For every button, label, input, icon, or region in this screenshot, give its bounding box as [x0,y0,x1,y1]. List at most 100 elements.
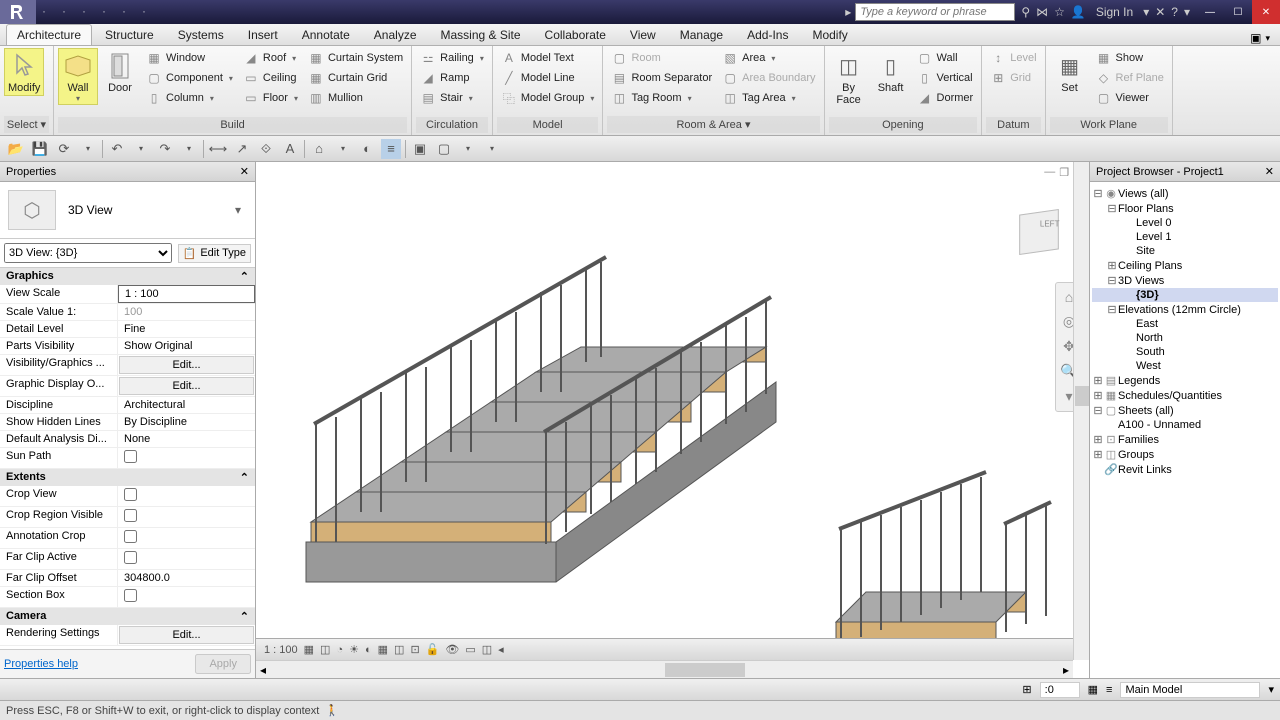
grid-button[interactable]: ⊞Grid [986,68,1040,88]
qat-icon[interactable]: · [102,4,118,20]
section-box-checkbox[interactable] [124,589,137,602]
tab-architecture[interactable]: Architecture [6,24,92,45]
stair-button[interactable]: ▤Stair▾ [416,88,488,108]
tree-level1[interactable]: Level 1 [1136,231,1171,243]
annotation-crop-checkbox[interactable] [124,530,137,543]
expand-icon[interactable]: ⊞ [1092,433,1104,446]
tab-manage[interactable]: Manage [669,24,734,45]
qat-icon[interactable]: · [122,4,138,20]
tab-structure[interactable]: Structure [94,24,165,45]
instance-selector[interactable]: 3D View: {3D} [4,243,172,263]
tree-sheet-a100[interactable]: A100 - Unnamed [1118,419,1201,431]
coord-input[interactable] [1040,682,1080,698]
curtain-system-button[interactable]: ▦Curtain System [304,48,407,68]
expand-icon[interactable]: ⊟ [1106,202,1118,215]
undo-icon[interactable]: ↶ [107,139,127,159]
view-scale-value[interactable]: 1 : 100 [118,285,255,303]
expand-icon[interactable]: ⊞ [1106,259,1118,272]
close-icon[interactable]: ✕ [240,165,249,178]
expand-icon[interactable]: ⊟ [1106,274,1118,287]
door-button[interactable]: Door [100,48,140,96]
scroll-right-icon[interactable]: ▸ [1063,663,1069,677]
show-hidden-value[interactable]: By Discipline [118,414,255,430]
measure-icon[interactable]: ⟷ [208,139,228,159]
modify-button[interactable]: Modify [4,48,44,96]
vertical-button[interactable]: ▯Vertical [913,68,978,88]
chevron-down-icon[interactable]: ▾ [333,139,353,159]
3d-icon[interactable]: ⌂ [309,139,329,159]
tab-insert[interactable]: Insert [237,24,289,45]
chevron-down-icon[interactable]: ▾ [1143,5,1149,19]
crop-region-icon[interactable]: ⊡ [410,643,419,656]
roof-button[interactable]: ◢Roof▾ [239,48,302,68]
rendering-button[interactable]: Edit... [119,626,254,644]
tree-groups[interactable]: Groups [1118,449,1154,461]
qat-icon[interactable]: · [42,4,58,20]
sign-in-link[interactable]: Sign In [1092,5,1137,19]
workset-icon[interactable]: ⊞ [1022,683,1031,696]
tree-3d-views[interactable]: 3D Views [1118,275,1164,287]
by-face-button[interactable]: ◫ By Face [829,48,869,108]
tree-ceiling-plans[interactable]: Ceiling Plans [1118,260,1182,272]
close-button[interactable]: ✕ [1252,0,1280,24]
tag-area-button[interactable]: ◫Tag Area▾ [718,88,819,108]
curtain-grid-button[interactable]: ▦Curtain Grid [304,68,407,88]
tree-schedules[interactable]: Schedules/Quantities [1118,390,1222,402]
tab-analyze[interactable]: Analyze [363,24,428,45]
render-icon[interactable]: ▦ [378,643,388,656]
visual-style-icon[interactable]: ◔ [336,644,343,656]
edit-type-button[interactable]: 📋Edit Type [178,244,251,263]
column-button[interactable]: ▯Column▾ [142,88,237,108]
tree-north[interactable]: North [1136,332,1163,344]
view-scale[interactable]: 1 : 100 [264,644,298,656]
home-icon[interactable]: ⌂ [1065,289,1073,305]
thin-lines-icon[interactable]: ≡ [381,139,401,159]
select-group-label[interactable]: Select ▾ [4,116,49,133]
railing-button[interactable]: ⚍Railing▾ [416,48,488,68]
graphic-display-button[interactable]: Edit... [119,377,254,395]
switch-window-icon[interactable]: ▢ [434,139,454,159]
chevron-down-icon[interactable]: ▾ [1065,388,1072,405]
expand-icon[interactable]: ⊟ [1092,187,1104,200]
qat-icon[interactable]: · [62,4,78,20]
tree-revit-links[interactable]: Revit Links [1118,464,1172,476]
stair-model[interactable] [266,172,1066,652]
level-button[interactable]: ↕Level [986,48,1040,68]
reveal-constraints-icon[interactable]: ◫ [482,643,492,656]
model-group-button[interactable]: ⿻Model Group▾ [497,88,599,108]
opening-wall-button[interactable]: ▢Wall [913,48,978,68]
tree-families[interactable]: Families [1118,434,1159,446]
customize-icon[interactable]: ▾ [482,139,502,159]
chevron-down-icon[interactable]: ▾ [229,203,247,217]
chevron-down-icon[interactable]: ▾ [131,139,151,159]
sun-path-checkbox[interactable] [124,450,137,463]
redo-icon[interactable]: ↷ [155,139,175,159]
expand-icon[interactable]: ⊞ [1092,389,1104,402]
tree-elevations[interactable]: Elevations (12mm Circle) [1118,304,1241,316]
chevron-down-icon[interactable]: ▾ [1265,33,1270,44]
collapse-icon[interactable]: ⌃ [240,610,249,623]
tree-floor-plans[interactable]: Floor Plans [1118,203,1174,215]
maximize-button[interactable]: ☐ [1224,0,1252,24]
properties-help-link[interactable]: Properties help [4,658,78,670]
component-button[interactable]: ▢Component▾ [142,68,237,88]
discipline-value[interactable]: Architectural [118,397,255,413]
tree-legends[interactable]: Legends [1118,375,1160,387]
tab-annotate[interactable]: Annotate [291,24,361,45]
tab-modify[interactable]: Modify [801,24,858,45]
exchange-icon[interactable]: ✕ [1155,5,1165,19]
room-separator-button[interactable]: ▤Room Separator [607,68,716,88]
chevron-down-icon[interactable]: ▾ [458,139,478,159]
viewer-button[interactable]: ▢Viewer [1092,88,1168,108]
align-icon[interactable]: ↗ [232,139,252,159]
vertical-scrollbar[interactable] [1073,162,1089,660]
help-icon[interactable]: ? [1171,5,1178,19]
chevron-down-icon[interactable]: ▾ [78,139,98,159]
tree-views-all[interactable]: Views (all) [1118,188,1169,200]
reveal-icon[interactable]: ▭ [465,643,475,656]
shadow-icon[interactable]: ◐ [365,644,372,656]
dormer-button[interactable]: ◢Dormer [913,88,978,108]
expand-icon[interactable]: ⊞ [1092,448,1104,461]
lock-icon[interactable]: 🔓 [426,643,440,656]
area-boundary-button[interactable]: ▢Area Boundary [718,68,819,88]
